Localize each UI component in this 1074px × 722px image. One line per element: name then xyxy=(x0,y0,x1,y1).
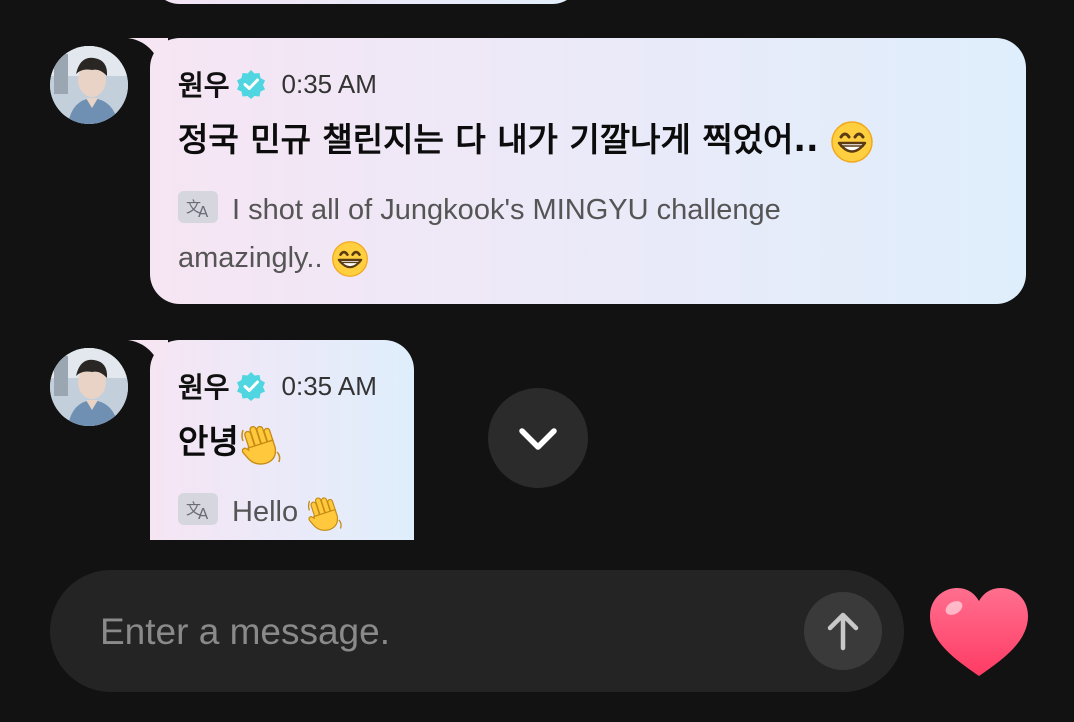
avatar[interactable] xyxy=(50,348,128,426)
translation: 文 A I shot all of Jungkook's MINGYU chal… xyxy=(178,186,998,282)
translation-text-line2: amazingly.. xyxy=(178,241,323,274)
message-text: 정국 민규 챌린지는 다 내가 기깔나게 찍었어.. xyxy=(178,118,998,164)
chat-screen: 원우 0:35 AM 정국 민규 챌린지는 다 내가 기깔나게 찍었어.. 文 … xyxy=(0,0,1074,722)
arrow-up-icon xyxy=(827,612,859,651)
message-time: 0:35 AM xyxy=(281,68,377,99)
sender-name[interactable]: 원우 xyxy=(178,366,230,406)
message-bubble[interactable]: 원우 0:35 AM 정국 민규 챌린지는 다 내가 기깔나게 찍었어.. 文 … xyxy=(128,38,1026,304)
grinning-face-icon xyxy=(331,240,368,277)
svg-text:A: A xyxy=(198,505,209,523)
grinning-face-icon xyxy=(831,120,873,163)
translate-icon: 文 A xyxy=(178,190,218,223)
message-header: 원우 0:35 AM xyxy=(178,366,386,406)
translate-icon: 文 A xyxy=(178,492,218,525)
message-text: 안녕 xyxy=(178,420,386,466)
waving-hand-icon xyxy=(240,425,281,465)
message-time: 0:35 AM xyxy=(281,370,377,401)
chevron-down-icon xyxy=(519,428,557,450)
send-button[interactable] xyxy=(804,592,882,670)
svg-text:A: A xyxy=(198,203,209,221)
heart-icon xyxy=(930,588,1028,676)
previous-message-bubble xyxy=(150,0,582,4)
message-composer xyxy=(50,570,904,692)
like-button[interactable] xyxy=(926,584,1032,680)
translation: 文 A Hello xyxy=(178,488,386,536)
translation-text-line1: I shot all of Jungkook's MINGYU challeng… xyxy=(232,193,781,226)
message-bubble[interactable]: 원우 0:35 AM 안녕 文 A Hello xyxy=(128,340,414,540)
waving-hand-icon xyxy=(308,497,342,531)
verified-badge-icon xyxy=(236,372,265,401)
message-header: 원우 0:35 AM xyxy=(178,64,998,104)
bubble-tail xyxy=(128,38,168,60)
translation-text: Hello xyxy=(232,495,299,528)
message-text-content: 안녕 xyxy=(178,422,239,461)
message-input[interactable] xyxy=(98,598,792,666)
avatar[interactable] xyxy=(50,46,128,124)
scroll-to-bottom-button[interactable] xyxy=(488,388,588,488)
verified-badge-icon xyxy=(236,70,265,99)
bubble-tail xyxy=(128,340,168,362)
message-text-content: 정국 민규 챌린지는 다 내가 기깔나게 찍었어.. xyxy=(178,120,819,159)
sender-name[interactable]: 원우 xyxy=(178,64,230,104)
